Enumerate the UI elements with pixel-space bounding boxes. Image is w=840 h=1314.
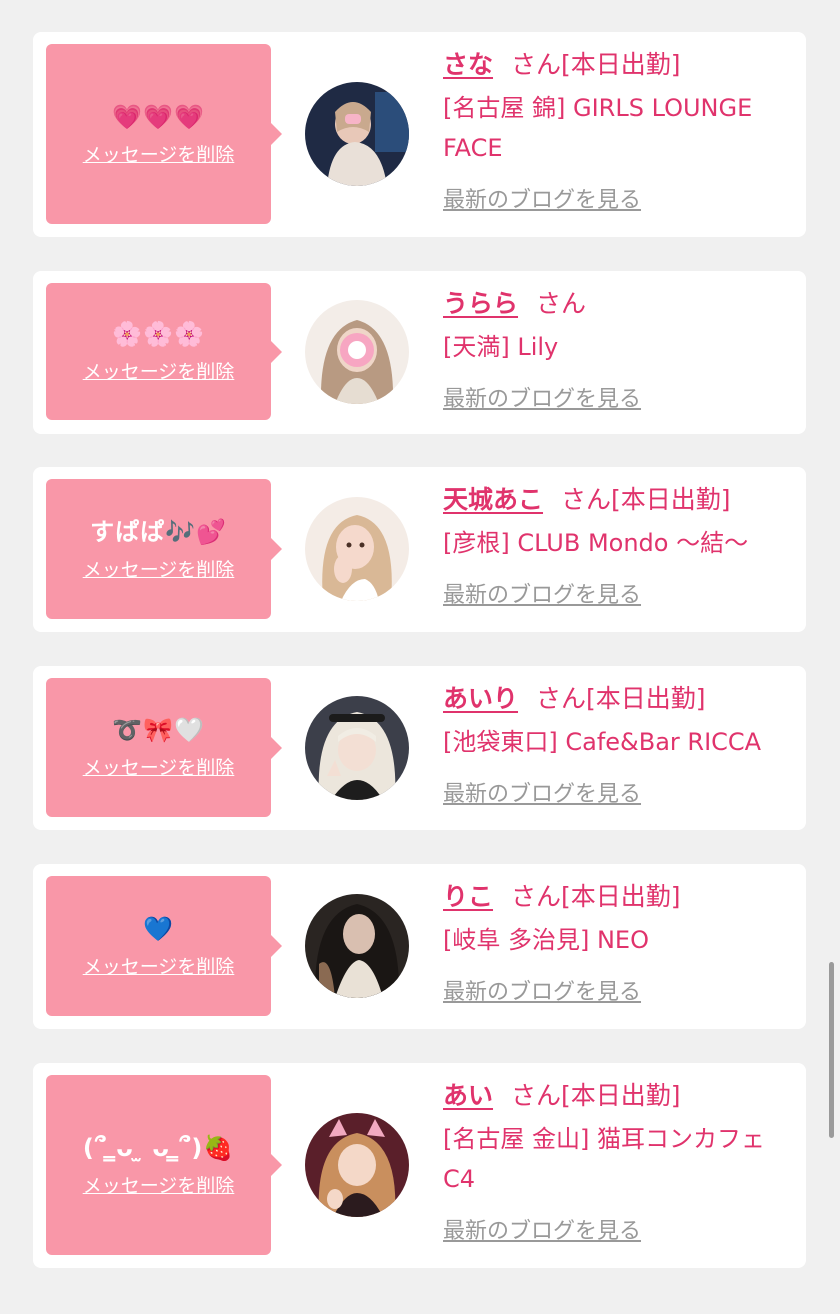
avatar[interactable] — [305, 497, 409, 601]
girl-name-link[interactable]: りこ — [443, 882, 493, 911]
delete-message-link[interactable]: メッセージを削除 — [83, 555, 235, 582]
honorific: さん — [511, 50, 562, 79]
message-text: 🌸🌸🌸 — [112, 320, 205, 348]
honorific: さん — [511, 1081, 562, 1110]
avatar[interactable] — [305, 696, 409, 800]
delete-message-link[interactable]: メッセージを削除 — [83, 952, 235, 979]
honorific: さん — [536, 684, 587, 713]
avatar[interactable] — [305, 82, 409, 186]
shop-name: [天満] Lily — [443, 333, 559, 361]
girl-name-link[interactable]: さな — [443, 50, 493, 79]
status-badge: [本日出勤] — [586, 684, 706, 713]
message-text: ➰🎀🤍 — [112, 716, 205, 744]
shop-name: [名古屋 金山] 猫耳コンカフェ C4 — [443, 1125, 765, 1193]
blog-link[interactable]: 最新のブログを見る — [443, 577, 641, 609]
girl-info: りこ さん[本日出勤] [岐阜 多治見] NEO 最新のブログを見る — [443, 880, 794, 1006]
blog-link[interactable]: 最新のブログを見る — [443, 182, 641, 214]
message-bubble: 💙 メッセージを削除 — [46, 876, 282, 1016]
message-bubble: ➰🎀🤍 メッセージを削除 — [46, 678, 282, 817]
message-card: (՞ ̳ᴗ ̫ ᴗ ̳՞)🍓 メッセージを削除 あい さん[本日出勤] [名古屋 … — [33, 1063, 806, 1268]
girl-name-link[interactable]: あいり — [443, 684, 518, 713]
message-bubble: 🌸🌸🌸 メッセージを削除 — [46, 283, 282, 420]
shop-name: [岐阜 多治見] NEO — [443, 926, 649, 954]
blog-link[interactable]: 最新のブログを見る — [443, 974, 641, 1006]
avatar[interactable] — [305, 1113, 409, 1217]
message-card: ➰🎀🤍 メッセージを削除 あいり さん[本日出勤] [池袋東口] Cafe&Bar… — [33, 666, 806, 830]
honorific: さん — [511, 882, 562, 911]
girl-info: あいり さん[本日出勤] [池袋東口] Cafe&Bar RICCA 最新のブログ… — [443, 682, 794, 808]
girl-info: 天城あこ さん[本日出勤] [彦根] CLUB Mondo 〜結〜 最新のブログを… — [443, 483, 794, 609]
blog-link[interactable]: 最新のブログを見る — [443, 381, 641, 413]
message-card: 💙 メッセージを削除 りこ さん[本日出勤] [岐阜 多治見] NEO 最新のブロ… — [33, 864, 806, 1029]
status-badge: [本日出勤] — [561, 882, 681, 911]
girl-info: さな さん[本日出勤] [名古屋 錦] GIRLS LOUNGE FACE 最新の… — [443, 48, 794, 214]
message-text: 💗💗💗 — [112, 102, 205, 131]
shop-name: [名古屋 錦] GIRLS LOUNGE FACE — [443, 94, 753, 162]
honorific: さん — [561, 485, 612, 514]
delete-message-link[interactable]: メッセージを削除 — [83, 140, 235, 167]
status-badge: [本日出勤] — [611, 485, 731, 514]
message-card: 🌸🌸🌸 メッセージを削除 うらら さん [天満] Lily 最新のブログを見る — [33, 271, 806, 434]
message-card: すぱぱ🎶💕 メッセージを削除 天城あこ さん[本日出勤] [彦根] CLUB Mo… — [33, 467, 806, 632]
avatar[interactable] — [305, 300, 409, 404]
message-text: すぱぱ🎶💕 — [90, 517, 227, 546]
message-bubble: (՞ ̳ᴗ ̫ ᴗ ̳՞)🍓 メッセージを削除 — [46, 1075, 282, 1255]
message-bubble: 💗💗💗 メッセージを削除 — [46, 44, 282, 224]
honorific: さん — [536, 289, 587, 318]
avatar[interactable] — [305, 894, 409, 998]
girl-name-link[interactable]: あい — [443, 1081, 493, 1110]
scrollbar[interactable] — [829, 962, 834, 1138]
delete-message-link[interactable]: メッセージを削除 — [83, 357, 235, 384]
delete-message-link[interactable]: メッセージを削除 — [83, 753, 235, 780]
blog-link[interactable]: 最新のブログを見る — [443, 776, 641, 808]
shop-name: [池袋東口] Cafe&Bar RICCA — [443, 728, 762, 756]
message-text: (՞ ̳ᴗ ̫ ᴗ ̳՞)🍓 — [82, 1133, 235, 1162]
blog-link[interactable]: 最新のブログを見る — [443, 1213, 641, 1245]
status-badge: [本日出勤] — [561, 50, 681, 79]
message-card: 💗💗💗 メッセージを削除 さな さん[本日出勤] [名古屋 錦] GIRLS LO… — [33, 32, 806, 237]
girl-name-link[interactable]: 天城あこ — [443, 485, 543, 514]
message-text: 💙 — [143, 914, 174, 943]
shop-name: [彦根] CLUB Mondo 〜結〜 — [443, 529, 749, 557]
delete-message-link[interactable]: メッセージを削除 — [83, 1171, 235, 1198]
girl-info: うらら さん [天満] Lily 最新のブログを見る — [443, 287, 794, 413]
status-badge: [本日出勤] — [561, 1081, 681, 1110]
girl-info: あい さん[本日出勤] [名古屋 金山] 猫耳コンカフェ C4 最新のブログを見る — [443, 1079, 794, 1245]
message-bubble: すぱぱ🎶💕 メッセージを削除 — [46, 479, 282, 619]
girl-name-link[interactable]: うらら — [443, 289, 518, 318]
